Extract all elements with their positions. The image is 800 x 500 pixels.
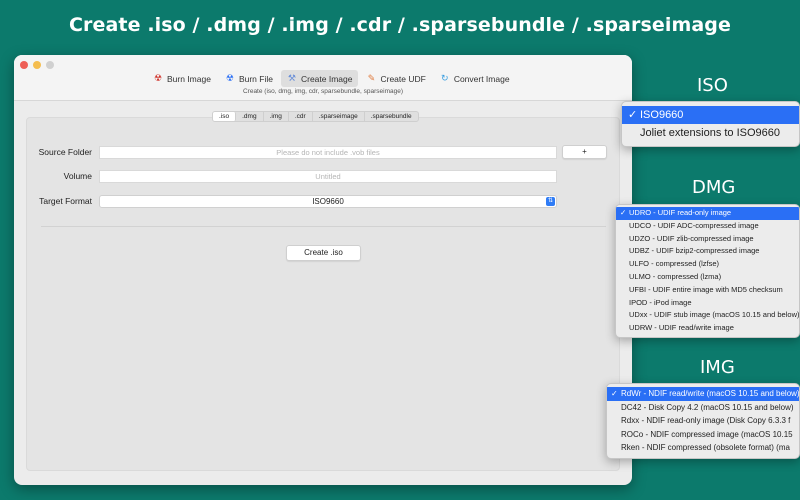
pencil-icon: ✎ [367, 73, 376, 83]
menu-item[interactable]: ULFO - compressed (lzfse) [616, 258, 799, 271]
menu-item[interactable]: Joliet extensions to ISO9660 [622, 124, 799, 142]
menu-item[interactable]: ROCo - NDIF compressed image (macOS 10.1… [607, 428, 799, 442]
iso-section-label: ISO [697, 75, 728, 96]
tab-sparseimage[interactable]: .sparseimage [313, 112, 365, 121]
menu-item[interactable]: UFBI - UDIF entire image with MD5 checks… [616, 284, 799, 297]
close-button[interactable] [20, 61, 28, 69]
burn-icon: ☢ [225, 73, 234, 83]
menu-item[interactable]: IPOD - iPod image [616, 297, 799, 310]
tab-sparsebundle[interactable]: .sparsebundle [365, 112, 418, 121]
menu-item[interactable]: ✓ ISO9660 [622, 106, 799, 124]
toolbar-label: Convert Image [453, 73, 510, 84]
toolbar-label: Create UDF [380, 73, 426, 84]
source-folder-input[interactable]: Please do not include .vob files [99, 146, 557, 159]
tab-iso[interactable]: .iso [213, 112, 237, 121]
select-arrows-icon: ⇅ [546, 197, 555, 206]
dmg-format-menu: ✓ UDRO - UDIF read-only image UDCO - UDIF… [615, 204, 800, 338]
menu-item[interactable]: UDxx - UDIF stub image (macOS 10.15 and … [616, 309, 799, 322]
menu-item[interactable]: UDBZ - UDIF bzip2-compressed image [616, 245, 799, 258]
menu-item[interactable]: UDRW - UDIF read/write image [616, 322, 799, 335]
tab-dmg[interactable]: .dmg [236, 112, 264, 121]
img-section-label: IMG [700, 357, 735, 378]
img-format-menu: ✓ RdWr - NDIF read/write (macOS 10.15 and… [606, 383, 800, 459]
toolbar-label: Burn File [238, 73, 273, 84]
hammer-icon: ⚒ [287, 73, 296, 83]
toolbar-label: Create Image [300, 73, 353, 84]
menu-item[interactable]: Rdxx - NDIF read-only image (Disk Copy 6… [607, 414, 799, 428]
source-folder-label: Source Folder [38, 147, 92, 157]
tab-img[interactable]: .img [264, 112, 289, 121]
menu-item[interactable]: UDCO - UDIF ADC-compressed image [616, 220, 799, 233]
checkmark-icon: ✓ [620, 208, 627, 217]
divider [41, 226, 606, 227]
checkmark-icon: ✓ [628, 109, 638, 121]
toolbar: ☢ Burn Image ☢ Burn File ⚒ Create Image … [147, 70, 516, 87]
menu-item[interactable]: Rken - NDIF compressed (obsolete format)… [607, 441, 799, 455]
toolbar-burn-image[interactable]: ☢ Burn Image [147, 70, 217, 87]
refresh-icon: ↻ [441, 73, 449, 83]
headline: Create .iso / .dmg / .img / .cdr / .spar… [69, 14, 731, 36]
dmg-section-label: DMG [692, 177, 736, 198]
burn-icon: ☢ [153, 73, 163, 83]
target-format-value: ISO9660 [312, 197, 344, 206]
menu-item[interactable]: ✓ RdWr - NDIF read/write (macOS 10.15 and… [607, 387, 799, 401]
volume-input[interactable]: Untitled [99, 170, 557, 183]
content-panel: Source Folder Please do not include .vob… [26, 117, 620, 471]
menu-item[interactable]: ✓ UDRO - UDIF read-only image [616, 207, 799, 220]
toolbar-label: Burn Image [167, 73, 211, 84]
add-source-button[interactable]: + [562, 145, 607, 159]
iso-format-menu: ✓ ISO9660 Joliet extensions to ISO9660 [621, 101, 800, 147]
window-controls [20, 61, 54, 69]
volume-label: Volume [63, 171, 92, 181]
minimize-button[interactable] [33, 61, 41, 69]
app-window: ☢ Burn Image ☢ Burn File ⚒ Create Image … [14, 55, 632, 485]
subtitle: Create (iso, dmg, img, cdr, sparsebundle… [242, 88, 404, 95]
checkmark-icon: ✓ [611, 389, 618, 398]
toolbar-convert-image[interactable]: ↻ Convert Image [434, 70, 516, 87]
tab-cdr[interactable]: .cdr [289, 112, 313, 121]
target-format-select[interactable]: ISO9660 ⇅ [99, 195, 557, 208]
target-format-label: Target Format [39, 196, 92, 206]
format-tabs: .iso .dmg .img .cdr .sparseimage .sparse… [212, 111, 419, 122]
menu-item[interactable]: UDZO - UDIF zlib-compressed image [616, 233, 799, 246]
toolbar-create-image[interactable]: ⚒ Create Image [280, 70, 359, 87]
title-bar: ☢ Burn Image ☢ Burn File ⚒ Create Image … [14, 55, 632, 101]
toolbar-burn-file[interactable]: ☢ Burn File [219, 70, 279, 87]
menu-item[interactable]: DC42 - Disk Copy 4.2 (macOS 10.15 and be… [607, 401, 799, 415]
menu-item[interactable]: ULMO - compressed (lzma) [616, 271, 799, 284]
zoom-button[interactable] [46, 61, 54, 69]
create-button[interactable]: Create .iso [286, 245, 361, 261]
toolbar-create-udf[interactable]: ✎ Create UDF [360, 70, 431, 87]
